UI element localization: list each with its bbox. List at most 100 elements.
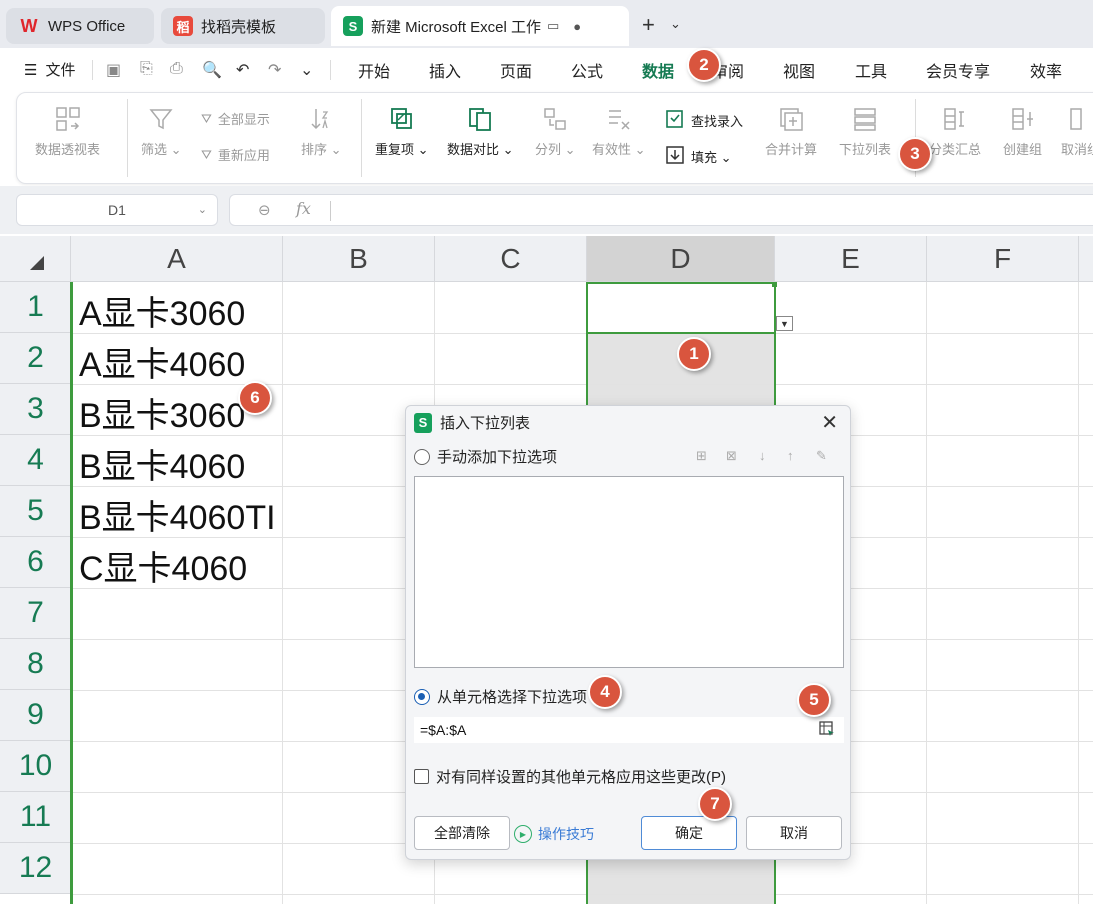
tab-excel-workbook[interactable]: S 新建 Microsoft Excel 工作表.x ▭ ● [331, 6, 629, 46]
chevron-down-icon[interactable]: ⌄ [198, 203, 207, 216]
cell-a3[interactable]: B显卡3060 [79, 388, 245, 437]
name-box[interactable]: D1 ⌄ [16, 194, 218, 226]
share-icon[interactable]: ⎘ [140, 60, 153, 78]
ok-button[interactable]: 确定 [641, 816, 737, 850]
radio-checked[interactable] [414, 688, 430, 705]
reapply-button[interactable]: ⛛ 重新应用 [201, 145, 270, 164]
row-header-8[interactable]: 8 [0, 639, 71, 690]
menu-formulas[interactable]: 公式 [571, 58, 603, 82]
fx-icon[interactable]: fx [296, 199, 311, 218]
menu-insert[interactable]: 插入 [429, 58, 461, 82]
step-badge-3: 3 [898, 137, 932, 171]
active-cell-d1[interactable] [586, 282, 776, 334]
apply-all-checkbox[interactable] [414, 769, 429, 784]
cell-a2[interactable]: A显卡4060 [79, 337, 245, 386]
filter-button[interactable]: 筛选 ⌄ [141, 105, 182, 158]
column-header-b[interactable]: B [283, 236, 435, 282]
row-header-4[interactable]: 4 [0, 435, 71, 486]
close-icon[interactable]: ✕ [821, 410, 838, 435]
menu-home[interactable]: 开始 [358, 58, 390, 82]
file-menu-button[interactable]: ☰ 文件 [24, 59, 75, 80]
dropdown-list-button[interactable]: 下拉列表 [839, 105, 891, 158]
row-header-12[interactable]: 12 [0, 843, 71, 894]
cancel-button[interactable]: 取消 [746, 816, 842, 850]
ungroup-button[interactable]: 取消组 [1061, 105, 1093, 158]
range-picker-icon[interactable] [819, 721, 835, 740]
column-header-e[interactable]: E [775, 236, 927, 282]
menu-member[interactable]: 会员专享 [926, 58, 990, 82]
create-group-button[interactable]: 创建组 [1003, 105, 1042, 158]
menu-tools[interactable]: 工具 [855, 58, 887, 82]
row-header-7[interactable]: 7 [0, 588, 71, 639]
column-header-a[interactable]: A [71, 236, 283, 282]
cell-a5[interactable]: B显卡4060TI [79, 490, 276, 539]
divider [127, 99, 128, 177]
subtotal-button[interactable]: 分类汇总 [929, 105, 981, 158]
sort-button[interactable]: 排序 ⌄ [301, 105, 342, 158]
redo-icon[interactable]: ↷ [268, 60, 281, 80]
manual-options-list[interactable] [414, 476, 844, 668]
consolidate-button[interactable]: 合并计算 [765, 105, 817, 158]
daoke-logo-icon: 稻 [173, 16, 193, 36]
column-header-c[interactable]: C [435, 236, 587, 282]
row-header-2[interactable]: 2 [0, 333, 71, 384]
subtotal-icon [941, 105, 969, 133]
fill-button[interactable]: 填充 ⌄ [665, 145, 732, 168]
apply-all-checkbox-row[interactable]: 对有同样设置的其他单元格应用这些更改(P) [414, 766, 726, 787]
cell-a4[interactable]: B显卡4060 [79, 439, 245, 488]
cell-a1[interactable]: A显卡3060 [79, 286, 245, 335]
validity-button[interactable]: 有效性 ⌄ [592, 105, 646, 158]
quick-access-chevron-icon[interactable]: ⌄ [300, 60, 313, 80]
tips-link[interactable]: ▶ 操作技巧 [514, 824, 594, 844]
chevron-down-icon[interactable]: ⌄ [670, 16, 681, 32]
column-header-d[interactable]: D [587, 236, 775, 282]
duplicates-button[interactable]: 重复项 ⌄ [375, 105, 429, 158]
source-range-input[interactable]: =$A:$A [414, 717, 844, 743]
row-header-3[interactable]: 3 [0, 384, 71, 435]
new-tab-plus-icon[interactable]: + [642, 12, 655, 38]
undo-icon[interactable]: ↶ [236, 60, 249, 80]
formula-input[interactable]: ⊖ fx [229, 194, 1093, 226]
print-icon[interactable]: ⎙ [170, 60, 183, 78]
row-header-10[interactable]: 10 [0, 741, 71, 792]
row-header-6[interactable]: 6 [0, 537, 71, 588]
select-all-corner[interactable] [0, 236, 71, 282]
cell-a6[interactable]: C显卡4060 [79, 541, 247, 590]
unsaved-dot-icon[interactable]: ● [573, 19, 581, 34]
step-badge-7: 7 [698, 787, 732, 821]
from-cells-radio[interactable]: 从单元格选择下拉选项 [414, 686, 587, 707]
delete-item-icon[interactable]: ⊠ [726, 448, 737, 464]
row-header-border [70, 282, 73, 904]
save-icon[interactable]: ▣ [106, 60, 121, 80]
add-item-icon[interactable]: ⊞ [696, 448, 707, 464]
move-down-icon[interactable]: ↓ [759, 448, 766, 463]
row-header-11[interactable]: 11 [0, 792, 71, 843]
edit-item-icon[interactable]: ✎ [816, 448, 827, 464]
split-column-button[interactable]: 分列 ⌄ [535, 105, 576, 158]
move-up-icon[interactable]: ↑ [787, 448, 794, 463]
monitor-icon[interactable]: ▭ [547, 18, 559, 34]
manual-options-radio[interactable]: 手动添加下拉选项 [414, 446, 557, 467]
fill-handle[interactable] [772, 282, 777, 287]
column-header-g[interactable] [1079, 236, 1093, 282]
lookup-entry-button[interactable]: 查找录入 [665, 109, 743, 132]
print-preview-icon[interactable]: 🔍 [202, 60, 222, 80]
pivot-table-button[interactable]: 数据透视表 [35, 105, 100, 158]
show-all-button[interactable]: ⛛ 全部显示 [201, 109, 270, 128]
row-header-1[interactable]: 1 [0, 282, 71, 333]
reapply-icon: ⛛ [201, 146, 212, 162]
tab-wps-office[interactable]: W WPS Office [6, 8, 154, 44]
menu-data[interactable]: 数据 [642, 58, 674, 82]
row-header-5[interactable]: 5 [0, 486, 71, 537]
dropdown-arrow-icon[interactable]: ▼ [776, 316, 793, 331]
row-header-9[interactable]: 9 [0, 690, 71, 741]
clear-all-button[interactable]: 全部清除 [414, 816, 510, 850]
data-compare-button[interactable]: 数据对比 ⌄ [447, 105, 514, 158]
tab-template-store[interactable]: 稻 找稻壳模板 [161, 8, 325, 44]
menu-view[interactable]: 视图 [783, 58, 815, 82]
menu-page[interactable]: 页面 [500, 58, 532, 82]
menu-efficiency[interactable]: 效率 [1030, 58, 1062, 82]
column-header-f[interactable]: F [927, 236, 1079, 282]
zoom-icon[interactable]: ⊖ [258, 201, 271, 219]
radio-unchecked[interactable] [414, 448, 430, 465]
